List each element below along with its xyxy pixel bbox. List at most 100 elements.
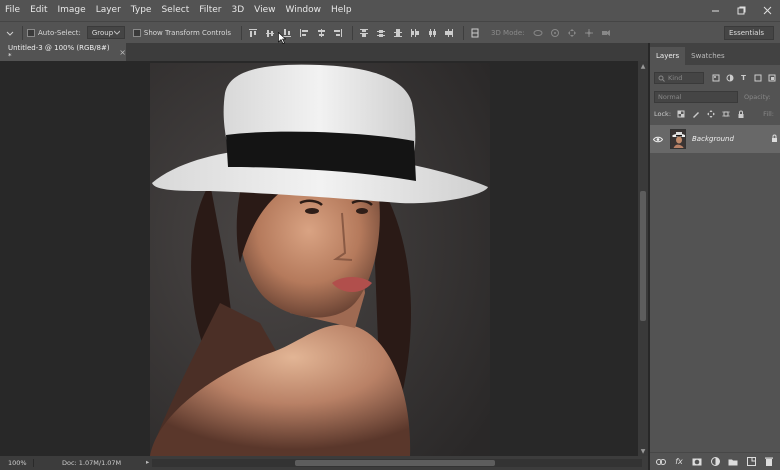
status-bar: 100% Doc: 1.07M/1.07M ▸ (0, 456, 648, 470)
menu-filter[interactable]: Filter (194, 0, 226, 21)
fill-label[interactable]: Fill: (763, 110, 774, 118)
3d-orbit-icon[interactable] (530, 25, 545, 40)
opacity-label[interactable]: Opacity: (744, 93, 771, 101)
document-tab[interactable]: Untitled-3 @ 100% (RGB/8#) * × (0, 43, 126, 61)
auto-select-checkbox[interactable]: Auto-Select: (27, 28, 81, 37)
filter-pixel-icon[interactable] (710, 73, 721, 84)
scroll-up-icon[interactable]: ▲ (638, 61, 648, 71)
lock-icons (675, 109, 750, 120)
search-icon (658, 75, 665, 82)
tab-swatches[interactable]: Swatches (685, 47, 730, 65)
align-vcenter-icon[interactable] (263, 25, 278, 40)
auto-align-layers-icon[interactable] (468, 25, 483, 40)
distribute-top-icon[interactable] (357, 25, 372, 40)
layer-thumbnail (670, 129, 686, 149)
minimize-icon[interactable] (702, 0, 728, 21)
menu-3d[interactable]: 3D (227, 0, 250, 21)
tab-layers[interactable]: Layers (650, 47, 686, 65)
distribute-vcenter-icon[interactable] (374, 25, 389, 40)
horizontal-scrollbar[interactable] (152, 459, 642, 467)
distribute-bottom-icon[interactable] (391, 25, 406, 40)
menu-help[interactable]: Help (326, 0, 357, 21)
divider (351, 25, 353, 40)
align-right-icon[interactable] (331, 25, 346, 40)
chevron-down-icon (113, 30, 120, 35)
menu-image[interactable]: Image (53, 0, 91, 21)
divider (462, 25, 464, 40)
3d-mode-label: 3D Mode: (490, 28, 525, 37)
new-layer-icon[interactable] (744, 455, 758, 469)
options-bar: Auto-Select: Group Show Transform Contro… (0, 21, 780, 43)
divider (22, 25, 23, 40)
filter-shape-icon[interactable] (752, 73, 763, 84)
auto-select-check[interactable] (27, 28, 35, 37)
divider (240, 25, 242, 40)
show-transform-label: Show Transform Controls (143, 28, 231, 37)
zoom-level[interactable]: 100% (0, 459, 34, 467)
tool-preset-chevron-icon[interactable] (2, 25, 18, 41)
delete-layer-icon[interactable] (762, 455, 776, 469)
vertical-scrollbar[interactable]: ▲ ▼ (638, 61, 648, 456)
layers-panel-footer: fx (650, 452, 780, 470)
align-hcenter-icon[interactable] (314, 25, 329, 40)
menu-file[interactable]: File (0, 0, 25, 21)
status-menu-arrow-icon[interactable]: ▸ (146, 458, 149, 466)
adjustment-layer-icon[interactable] (708, 455, 722, 469)
panel-tabs: Layers Swatches (650, 43, 780, 65)
lock-all-icon[interactable] (735, 109, 746, 120)
align-left-icon[interactable] (297, 25, 312, 40)
close-tab-icon[interactable]: × (119, 48, 126, 57)
filter-type-icon[interactable]: T (738, 73, 749, 84)
distribute-left-icon[interactable] (408, 25, 423, 40)
close-window-icon[interactable] (754, 0, 780, 21)
distribute-right-icon[interactable] (442, 25, 457, 40)
lock-position-icon[interactable] (705, 109, 716, 120)
menu-select[interactable]: Select (156, 0, 194, 21)
filter-smartobject-icon[interactable] (766, 73, 777, 84)
lock-transparency-icon[interactable] (675, 109, 686, 120)
canvas-area[interactable] (0, 61, 638, 456)
3d-slide-icon[interactable] (581, 25, 596, 40)
menu-window[interactable]: Window (281, 0, 327, 21)
workspace-switcher[interactable]: Essentials (724, 26, 774, 40)
lock-label: Lock: (654, 110, 672, 118)
vertical-scroll-thumb[interactable] (640, 191, 646, 321)
layer-mask-icon[interactable] (690, 455, 704, 469)
layers-panel: Layers Swatches Kind T Normal Opacity: L… (648, 43, 780, 470)
blend-mode-dropdown[interactable]: Normal (654, 91, 738, 103)
lock-row: Lock: Fill: (650, 105, 780, 123)
layer-name[interactable]: Background (692, 135, 734, 143)
show-transform-check[interactable] (132, 28, 141, 37)
link-layers-icon[interactable] (654, 455, 668, 469)
layer-style-icon[interactable]: fx (672, 455, 686, 469)
menu-type[interactable]: Type (126, 0, 157, 21)
horizontal-scroll-thumb[interactable] (295, 460, 495, 466)
auto-select-dropdown[interactable]: Group (86, 26, 125, 39)
menu-edit[interactable]: Edit (25, 0, 52, 21)
new-group-icon[interactable] (726, 455, 740, 469)
filter-adjustment-icon[interactable] (724, 73, 735, 84)
menu-view[interactable]: View (249, 0, 280, 21)
blend-row: Normal Opacity: (650, 89, 780, 105)
filter-kind-dropdown[interactable]: Kind (654, 72, 704, 84)
window-controls (702, 0, 780, 21)
3d-roll-icon[interactable] (547, 25, 562, 40)
layer-row-background[interactable]: Background (650, 125, 780, 153)
3d-scale-icon[interactable] (598, 25, 613, 40)
layer-lock-icon (771, 134, 778, 144)
document-tab-title: Untitled-3 @ 100% (RGB/8#) * (8, 44, 110, 60)
align-top-icon[interactable] (246, 25, 261, 40)
layer-filter-row: Kind T (650, 69, 780, 87)
show-transform-checkbox[interactable]: Show Transform Controls (132, 28, 231, 37)
canvas-image[interactable] (150, 63, 490, 456)
lock-artboard-icon[interactable] (720, 109, 731, 120)
restore-icon[interactable] (728, 0, 754, 21)
eye-icon[interactable] (650, 136, 666, 143)
distribute-hcenter-icon[interactable] (425, 25, 440, 40)
menu-layer[interactable]: Layer (91, 0, 126, 21)
3d-pan-icon[interactable] (564, 25, 579, 40)
document-tab-bar: Untitled-3 @ 100% (RGB/8#) * × (0, 43, 648, 61)
lock-pixels-icon[interactable] (690, 109, 701, 120)
scroll-down-icon[interactable]: ▼ (638, 446, 648, 456)
filter-kind-label: Kind (668, 74, 683, 82)
